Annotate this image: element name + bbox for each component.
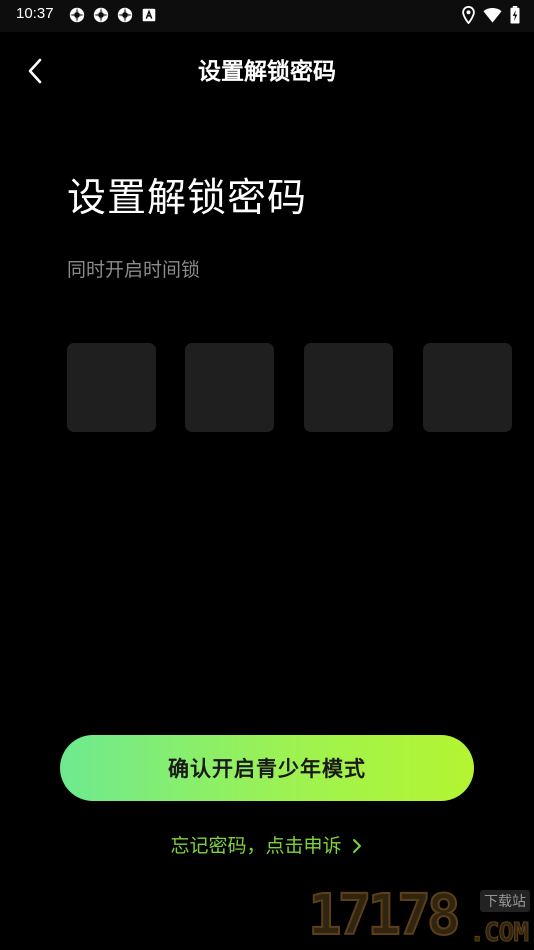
status-time: 10:37 — [16, 5, 54, 22]
passcode-digit-4[interactable] — [423, 343, 512, 432]
app-notification-icon — [117, 7, 133, 23]
forgot-password-label: 忘记密码，点击申诉 — [170, 835, 342, 857]
chevron-right-icon — [350, 838, 364, 854]
watermark-logo: 17178 下载站 .COM — [306, 884, 534, 950]
wifi-icon — [483, 7, 502, 23]
passcode-digit-2[interactable] — [185, 343, 274, 432]
keyboard-notification-icon — [142, 8, 156, 22]
passcode-digit-3[interactable] — [304, 343, 393, 432]
watermark-tag: 下载站 — [480, 890, 530, 912]
passcode-digit-1[interactable] — [67, 343, 156, 432]
battery-charging-icon — [510, 6, 520, 24]
notification-icons — [68, 6, 158, 24]
app-notification-icon — [69, 7, 85, 23]
confirm-button-label: 确认开启青少年模式 — [168, 757, 366, 781]
watermark-domain: .COM — [469, 918, 530, 949]
section-heading: 设置解锁密码 — [67, 176, 308, 221]
app-notification-icon — [93, 7, 109, 23]
location-icon — [462, 6, 475, 24]
watermark-number: 17178 — [307, 883, 462, 948]
forgot-password-link[interactable]: 忘记密码，点击申诉 — [0, 833, 534, 859]
confirm-teen-mode-button[interactable]: 确认开启青少年模式 — [60, 735, 474, 801]
status-bar: 10:37 — [0, 0, 534, 32]
page-title: 设置解锁密码 — [198, 59, 336, 85]
section-subheading: 同时开启时间锁 — [67, 259, 201, 281]
system-icons — [462, 6, 520, 24]
nav-bar: 设置解锁密码 — [0, 36, 534, 108]
